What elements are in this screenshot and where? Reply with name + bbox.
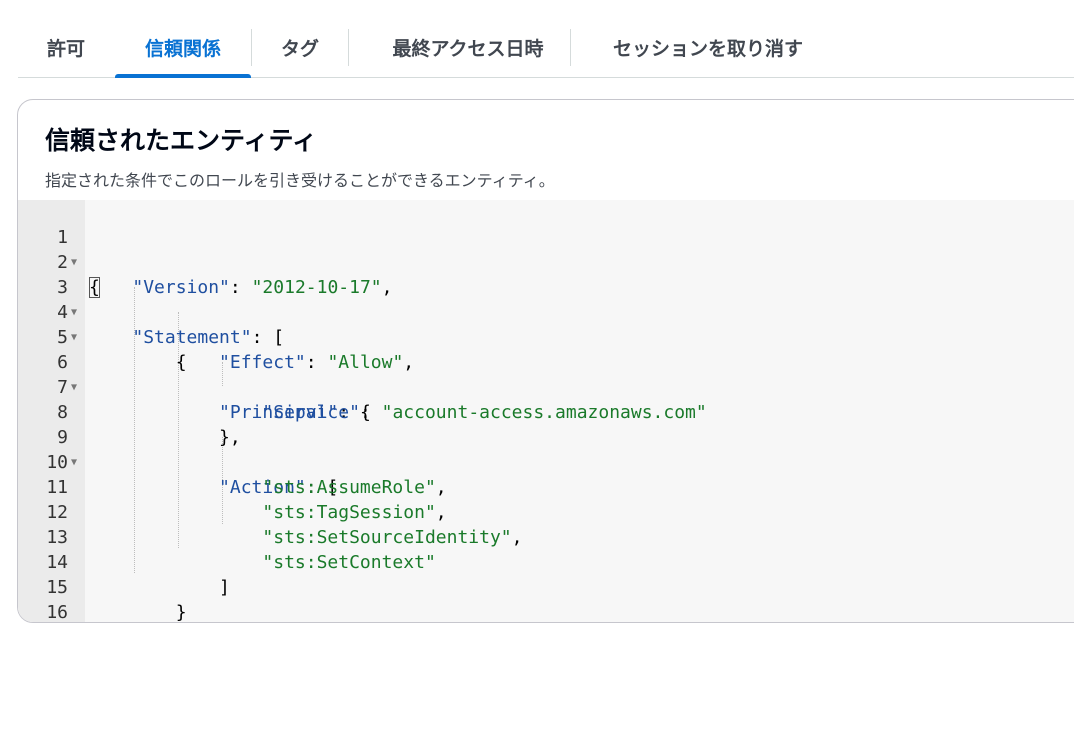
tab-tags[interactable]: タグ [268,30,332,78]
json-string: "sts:SetContext" [262,552,436,573]
tab-label: タグ [280,38,319,60]
panel-title: 信頼されたエンティティ [45,126,318,155]
json-key: "Version" [132,277,230,298]
code-line: 13 "sts:SetContext" [18,500,435,573]
code-line: 17 } [18,600,83,622]
json-key: "Statement" [132,327,252,348]
tab-divider [348,29,349,66]
tab-label: 許可 [46,38,85,60]
code-line: 15 } [18,550,186,622]
json-key: "Effect" [219,352,306,373]
code-line: 16 ] [18,575,83,622]
json-policy-editor[interactable]: 1 ▼ { 2 "Version": "2012-10-17", 3 ▼ "St… [18,200,1074,622]
code-line: 8 }, [18,375,241,448]
code-line: 12 "sts:SetSourceIdentity", [18,475,522,548]
code-line: 1 ▼ { [18,200,100,298]
trusted-entities-panel: 信頼されたエンティティ 指定された条件でこのロールを引き受けることができるエンテ… [17,99,1074,623]
code-line: 3 ▼ "Statement": [ [18,250,284,348]
tab-label: セッションを取り消す [612,38,803,60]
tab-trust-relationships[interactable]: 信頼関係 [115,30,251,78]
tab-divider [570,29,571,66]
code-line: 7 "Service": "account-access.amazonaws.c… [18,350,707,423]
code-line: 6 ▼ "Principal": { [18,325,371,423]
tab-divider [251,29,252,66]
json-string: "Allow" [327,352,404,373]
json-string: "account-access.amazonaws.com" [381,402,707,423]
panel-description: 指定された条件でこのロールを引き受けることができるエンティティ。 [45,171,555,190]
json-string: "sts:AssumeRole" [262,477,436,498]
code-line: 11 "sts:TagSession", [18,450,446,523]
tab-label: 信頼関係 [144,38,221,60]
code-line: 14 ] [18,525,230,598]
code-line: 5 "Effect": "Allow", [18,300,414,373]
code-line: 4 ▼ { [18,275,186,373]
tab-permissions[interactable]: 許可 [44,30,88,78]
json-string: "2012-10-17" [251,277,382,298]
code-line: 10 "sts:AssumeRole", [18,425,446,498]
tab-last-accessed[interactable]: 最終アクセス日時 [368,30,568,78]
json-key: "Service" [262,402,360,423]
code-line: 2 "Version": "2012-10-17", [18,225,392,298]
tab-revoke-sessions[interactable]: セッションを取り消す [588,30,828,78]
active-tab-indicator [115,74,251,78]
json-string: "sts:TagSession" [262,502,436,523]
tab-bar: 許可 信頼関係 タグ 最終アクセス日時 セッションを取り消す [18,0,1074,78]
json-string: "sts:SetSourceIdentity" [262,527,512,548]
code-line: 9 ▼ "Action": [ [18,400,338,498]
tab-label: 最終アクセス日時 [392,38,544,60]
